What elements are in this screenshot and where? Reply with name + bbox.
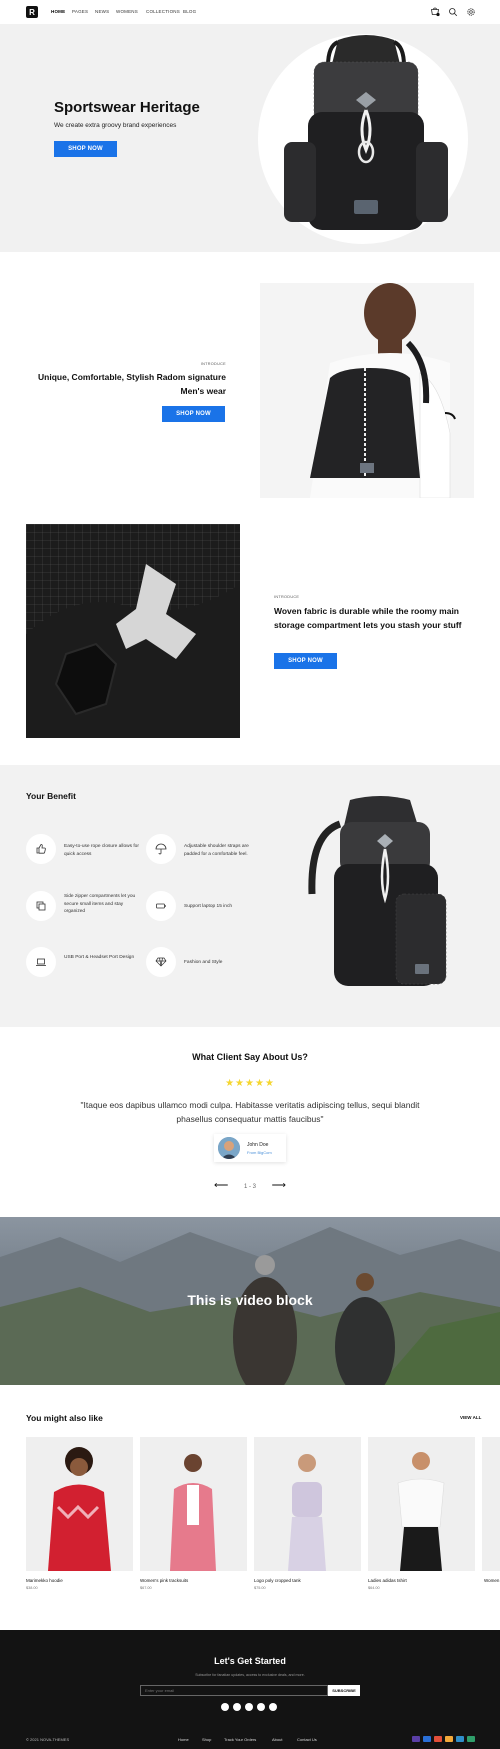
nav-pages[interactable]: PAGES [72, 9, 88, 14]
laptop-icon [26, 947, 56, 977]
payment-icon-3 [434, 1736, 442, 1742]
battery-icon [146, 891, 176, 921]
backpack-image [284, 35, 448, 230]
benefit-text-1: Easy-to-use rope closure allows for quic… [64, 844, 139, 857]
benefit-text-6: Fashion and Style [184, 960, 223, 965]
product-name-2[interactable]: Women's pink tracksuits [140, 1578, 188, 1583]
author-company: From BigCom [247, 1150, 272, 1155]
testimonial-pager: ⟵ 1 - 3 ⟶ [0, 1180, 500, 1191]
twitter-icon[interactable] [257, 1703, 265, 1711]
product-image-4[interactable] [368, 1437, 475, 1571]
newsletter-subtitle: Subscribe for fanatian updates, access t… [195, 1673, 305, 1677]
product-image-5[interactable] [482, 1437, 500, 1571]
footer-link-home[interactable]: Home [178, 1737, 189, 1742]
payment-icon-4 [445, 1736, 453, 1742]
nav-home[interactable]: HOME [51, 9, 65, 14]
search-icon[interactable] [448, 7, 458, 17]
product-name-5[interactable]: Women [484, 1578, 500, 1583]
brand-logo[interactable]: R [26, 6, 38, 18]
author-name: John Doe [247, 1142, 269, 1148]
nav-blog[interactable]: BLOG [183, 9, 196, 14]
email-field[interactable] [140, 1685, 328, 1696]
copyright-text: © 2021 NOVA-THEMES [26, 1737, 70, 1742]
fabric-closeup-image [26, 524, 240, 738]
site-header: R HOME PAGES NEWS WOMENS COLLECTIONS BLO… [0, 0, 500, 24]
pager-count: 1 - 3 [243, 1184, 256, 1190]
intro1-shop-now-button[interactable]: SHOP NOW [162, 406, 225, 422]
benefits-title: Your Benefit [26, 791, 76, 801]
subscribe-button[interactable]: SUBSCRIBE [328, 1685, 360, 1696]
nav-womens[interactable]: WOMENS [116, 9, 138, 14]
product-image-2[interactable] [140, 1437, 247, 1571]
intro2-shop-now-button[interactable]: SHOP NOW [274, 653, 337, 669]
testimonial-quote: "Itaque eos dapibus ullamco modi culpa. … [80, 1100, 420, 1124]
intro1-tag: INTRODUCE [200, 362, 226, 366]
payment-icon-5 [456, 1736, 464, 1742]
hero-shop-now-button[interactable]: SHOP NOW [54, 141, 117, 157]
benefit-text-2: Adjustable shoulder straps are padded fo… [184, 844, 249, 857]
nav-news[interactable]: NEWS [95, 9, 109, 14]
next-arrow-icon[interactable]: ⟶ [272, 1180, 286, 1191]
dribbble-icon[interactable] [269, 1703, 277, 1711]
diamond-icon [146, 947, 176, 977]
cart-icon[interactable] [430, 7, 440, 17]
prev-arrow-icon[interactable]: ⟵ [214, 1180, 228, 1191]
product-name-4[interactable]: Ladies adidas tshirt [368, 1578, 407, 1583]
view-all-link[interactable]: VIEW ALL [460, 1415, 481, 1420]
hero-subtitle: We create extra groovy brand experiences [54, 122, 177, 129]
footer-link-track-orders[interactable]: Track Your Orders [224, 1737, 256, 1742]
product-image-3[interactable] [254, 1437, 361, 1571]
thumbs-up-icon [26, 834, 56, 864]
product-price-2: $67.00 [140, 1586, 152, 1590]
facebook-icon[interactable] [221, 1703, 229, 1711]
benefits-backpack-image [308, 796, 447, 986]
testimonial-title: What Client Say About Us? [192, 1052, 308, 1062]
intro1-title: Unique, Comfortable, Stylish Radom signa… [38, 372, 226, 396]
umbrella-icon [146, 834, 176, 864]
intro2-tag: INTRODUCE [274, 595, 300, 599]
footer-link-shop[interactable]: Shop [202, 1737, 211, 1742]
hero-title: Sportswear Heritage [54, 99, 200, 116]
newsletter-title: Let's Get Started [214, 1656, 286, 1666]
nav-collections[interactable]: COLLECTIONS [146, 9, 180, 14]
model-backpack-image [260, 283, 474, 498]
payment-icon-1 [412, 1736, 420, 1742]
related-products-title: You might also like [26, 1413, 103, 1423]
intro2-title: Woven fabric is durable while the roomy … [274, 606, 462, 630]
benefit-text-3: Side zipper compartments let you secure … [64, 894, 136, 914]
video-title: This is video block [187, 1292, 313, 1308]
benefit-text-4: Support laptop 15 inch [184, 904, 233, 909]
gear-icon[interactable] [466, 7, 476, 17]
product-name-3[interactable]: Logo poly cropped tank [254, 1578, 301, 1583]
payment-icon-2 [423, 1736, 431, 1742]
payment-icon-6 [467, 1736, 475, 1742]
product-image-1[interactable] [26, 1437, 133, 1571]
product-price-4: $64.00 [368, 1586, 380, 1590]
author-card: John Doe From BigCom [214, 1134, 286, 1162]
avatar [218, 1137, 240, 1159]
footer-link-contact[interactable]: Contact Us [297, 1737, 317, 1742]
instagram-icon[interactable] [245, 1703, 253, 1711]
hero-banner: Sportswear Heritage We create extra groo… [0, 24, 500, 252]
product-price-1: $38.00 [26, 1586, 38, 1590]
product-name-1[interactable]: Marimekko hoodie [26, 1578, 63, 1583]
pinterest-icon[interactable] [233, 1703, 241, 1711]
footer-link-about[interactable]: About [272, 1737, 282, 1742]
benefit-text-5: USB Port & Headset Port Design [64, 955, 135, 960]
product-price-3: $75.00 [254, 1586, 266, 1590]
copy-icon [26, 891, 56, 921]
rating-stars: ★★★★★ [225, 1078, 275, 1089]
